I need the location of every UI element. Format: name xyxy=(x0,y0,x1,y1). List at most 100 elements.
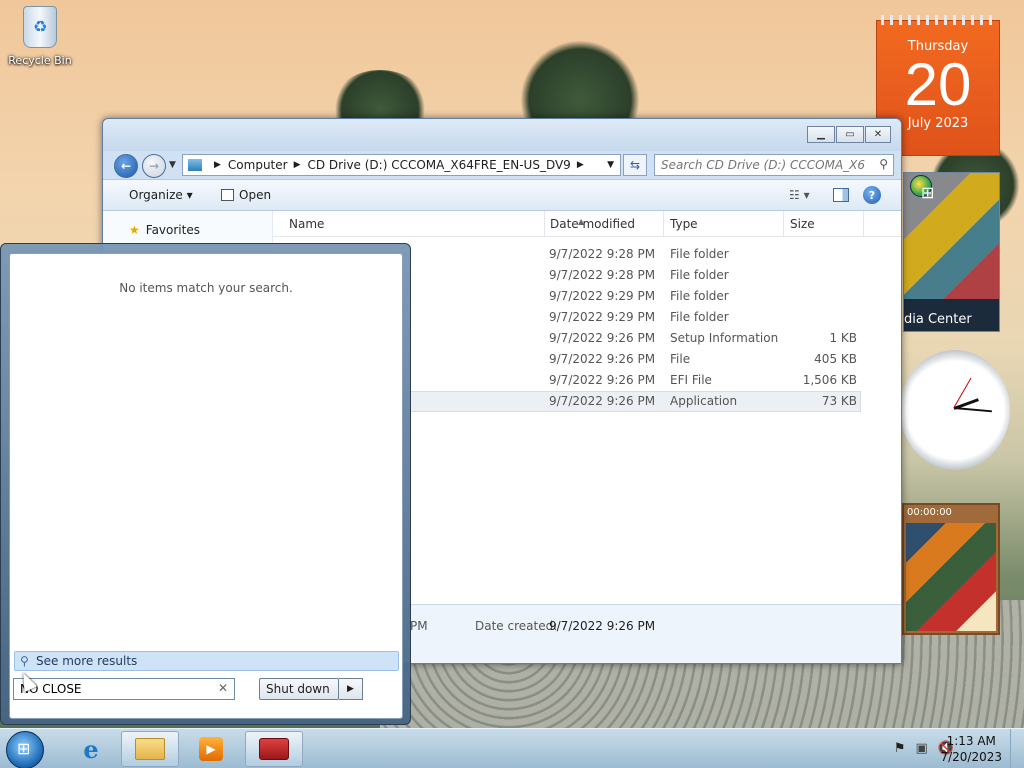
recycle-bin-label: Recycle Bin xyxy=(8,54,72,67)
column-divider[interactable] xyxy=(663,211,664,237)
start-search-input[interactable] xyxy=(14,679,204,699)
start-search-box[interactable]: ✕ xyxy=(13,678,235,700)
row-size: 405 KB xyxy=(814,352,857,366)
calendar-day-number: 20 xyxy=(904,51,972,118)
row-date: 9/7/2022 9:26 PM xyxy=(549,331,656,345)
open-button[interactable]: Open xyxy=(221,188,271,202)
clear-search-icon[interactable]: ✕ xyxy=(218,681,228,695)
taskbar-clock[interactable]: 1:13 AM 7/20/2023 xyxy=(940,733,1002,765)
row-date: 9/7/2022 9:29 PM xyxy=(549,310,656,324)
search-input[interactable] xyxy=(655,155,865,175)
row-type: File folder xyxy=(670,247,729,261)
breadcrumb-computer[interactable]: Computer xyxy=(228,158,288,172)
open-icon xyxy=(221,189,234,201)
chevron-right-icon: ▶ xyxy=(347,684,354,694)
taskbar-date: 7/20/2023 xyxy=(940,750,1002,764)
row-date: 9/7/2022 9:29 PM xyxy=(549,289,656,303)
start-button[interactable] xyxy=(6,731,44,768)
back-button[interactable]: ← xyxy=(114,154,138,178)
column-size[interactable]: Size xyxy=(790,217,815,231)
taskbar-windows-explorer[interactable] xyxy=(121,731,179,767)
taskbar: e ▶ ⚑ ▣ 🔇 1:13 AM 7/20/2023 xyxy=(0,728,1024,768)
column-divider[interactable] xyxy=(863,211,864,237)
shutdown-button[interactable]: Shut down xyxy=(259,678,339,700)
window-titlebar[interactable]: ▁ ▭ ✕ xyxy=(103,119,901,151)
recycle-bin-icon xyxy=(23,6,57,48)
forward-button[interactable]: → xyxy=(142,154,166,178)
start-menu-results-pane: No items match your search. ⚲ See more r… xyxy=(9,253,403,719)
row-type: Setup Information xyxy=(670,331,779,345)
taskbar-internet-explorer[interactable]: e xyxy=(62,731,120,767)
close-icon: ✕ xyxy=(873,129,883,140)
preview-pane-button[interactable] xyxy=(833,188,849,202)
chevron-down-icon: ▾ xyxy=(186,188,193,202)
row-date: 9/7/2022 9:26 PM xyxy=(549,352,656,366)
see-more-results-label: See more results xyxy=(36,654,138,668)
media-center-gadget[interactable]: dia Center xyxy=(903,172,1000,332)
clock-face xyxy=(900,350,1010,470)
nav-item-favorites[interactable]: ★ Favorites xyxy=(129,223,200,237)
back-arrow-icon: ← xyxy=(120,159,132,173)
row-type: File folder xyxy=(670,268,729,282)
puzzle-timer: 00:00:00 xyxy=(907,507,952,518)
windows-media-center-icon xyxy=(910,175,934,202)
start-menu[interactable]: No items match your search. ⚲ See more r… xyxy=(0,243,411,725)
address-bar[interactable]: ▶ Computer ▶ CD Drive (D:) CCCOMA_X64FRE… xyxy=(182,154,621,176)
network-icon[interactable]: ▣ xyxy=(916,741,928,756)
row-date: 9/7/2022 9:28 PM xyxy=(549,268,656,282)
close-button[interactable]: ✕ xyxy=(865,126,891,143)
taskbar-media-player[interactable]: ▶ xyxy=(182,731,240,767)
refresh-button[interactable]: ⇆ xyxy=(623,154,647,176)
show-desktop-button[interactable] xyxy=(1010,729,1024,768)
taskbar-toolbox-app[interactable] xyxy=(245,731,303,767)
forward-arrow-icon: → xyxy=(148,159,160,173)
column-headers: ▲ Name Date modified Type Size xyxy=(273,211,901,237)
breadcrumb-separator[interactable]: ▶ xyxy=(214,160,221,170)
maximize-icon: ▭ xyxy=(845,129,855,140)
address-row: ← → ▼ ▶ Computer ▶ CD Drive (D:) CCCOMA_… xyxy=(103,151,901,179)
maximize-button[interactable]: ▭ xyxy=(836,126,864,143)
column-name[interactable]: Name xyxy=(289,217,324,231)
details-created-value: 9/7/2022 9:26 PM xyxy=(549,619,656,633)
recent-pages-dropdown[interactable]: ▼ xyxy=(169,160,176,170)
row-date: 9/7/2022 9:26 PM xyxy=(549,394,656,408)
address-dropdown-icon[interactable]: ▼ xyxy=(607,160,614,170)
search-box[interactable]: ⚲ xyxy=(654,154,894,176)
organize-label: Organize xyxy=(129,188,183,202)
shutdown-options-button[interactable]: ▶ xyxy=(339,678,363,700)
toolbox-icon xyxy=(259,738,289,760)
organize-menu[interactable]: Organize ▾ xyxy=(129,188,193,202)
column-divider[interactable] xyxy=(544,211,545,237)
help-icon: ? xyxy=(868,188,876,202)
row-size: 1,506 KB xyxy=(802,373,857,387)
change-view-button[interactable]: ☷ ▾ xyxy=(789,188,819,202)
puzzle-tiles[interactable] xyxy=(906,523,996,631)
row-type: EFI File xyxy=(670,373,712,387)
minimize-icon: ▁ xyxy=(817,129,825,140)
internet-explorer-icon: e xyxy=(83,734,99,764)
action-center-flag-icon[interactable]: ⚑ xyxy=(894,741,906,756)
open-label: Open xyxy=(239,188,272,202)
minimize-button[interactable]: ▁ xyxy=(807,126,835,143)
breadcrumb-separator[interactable]: ▶ xyxy=(577,160,584,170)
column-date-modified[interactable]: Date modified xyxy=(550,217,635,231)
favorites-label: Favorites xyxy=(145,223,200,237)
view-icon: ☷ ▾ xyxy=(789,188,810,202)
row-type: File xyxy=(670,352,691,366)
row-size: 1 KB xyxy=(829,331,857,345)
details-modified-suffix: PM xyxy=(410,619,428,633)
taskbar-time: 1:13 AM xyxy=(946,734,996,748)
column-divider[interactable] xyxy=(783,211,784,237)
row-type: Application xyxy=(670,394,738,408)
see-more-results-link[interactable]: ⚲ See more results xyxy=(14,651,399,671)
breadcrumb-cd-drive[interactable]: CD Drive (D:) CCCOMA_X64FRE_EN-US_DV9 xyxy=(308,158,571,172)
row-type: File folder xyxy=(670,310,729,324)
help-button[interactable]: ? xyxy=(863,186,881,204)
clock-gadget[interactable] xyxy=(900,345,1010,475)
search-icon[interactable]: ⚲ xyxy=(879,157,888,171)
breadcrumb-separator[interactable]: ▶ xyxy=(294,160,301,170)
media-player-icon: ▶ xyxy=(199,737,223,761)
recycle-bin-shortcut[interactable]: Recycle Bin xyxy=(6,6,74,67)
picture-puzzle-gadget[interactable]: 00:00:00 xyxy=(902,503,1000,635)
column-type[interactable]: Type xyxy=(670,217,698,231)
